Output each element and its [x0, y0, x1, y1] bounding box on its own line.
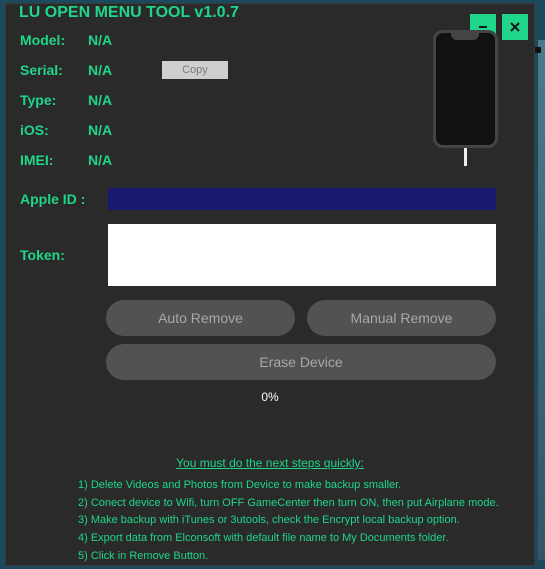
- manual-remove-button[interactable]: Manual Remove: [307, 300, 496, 336]
- token-label: Token:: [20, 247, 106, 263]
- background-edge: [538, 40, 545, 560]
- instructions-heading: You must do the next steps quickly:: [20, 454, 520, 473]
- model-row: Model: N/A: [20, 28, 410, 52]
- imei-value: N/A: [88, 152, 112, 168]
- model-value: N/A: [88, 32, 112, 48]
- appleid-row: Apple ID :: [20, 188, 520, 210]
- model-label: Model:: [20, 32, 88, 48]
- token-input[interactable]: [108, 224, 496, 286]
- serial-label: Serial:: [20, 62, 88, 78]
- auto-remove-button[interactable]: Auto Remove: [106, 300, 295, 336]
- background-corner: [535, 47, 541, 53]
- instruction-step-1: 1) Delete Videos and Photos from Device …: [78, 477, 520, 495]
- instruction-step-3: 3) Make backup with iTunes or 3utools, c…: [78, 512, 520, 530]
- close-icon: [509, 21, 521, 33]
- erase-device-button[interactable]: Erase Device: [106, 344, 496, 380]
- progress-text: 0%: [20, 390, 520, 404]
- imei-row: IMEI: N/A: [20, 148, 410, 172]
- remove-buttons-row: Auto Remove Manual Remove: [106, 300, 496, 336]
- type-value: N/A: [88, 92, 112, 108]
- ios-value: N/A: [88, 122, 112, 138]
- ios-row: iOS: N/A: [20, 118, 410, 142]
- phone-icon: [433, 30, 498, 160]
- close-button[interactable]: [502, 14, 528, 40]
- instructions-area: You must do the next steps quickly: 1) D…: [6, 440, 534, 565]
- type-label: Type:: [20, 92, 88, 108]
- appleid-label: Apple ID :: [20, 191, 106, 207]
- appleid-input[interactable]: [108, 188, 496, 210]
- form-area: Apple ID : Token: Auto Remove Manual Rem…: [6, 178, 534, 404]
- instruction-step-2: 2) Conect device to Wifi, turn OFF GameC…: [78, 495, 520, 513]
- device-info-fields: Model: N/A Serial: N/A Copy Type: N/A iO…: [20, 28, 410, 178]
- titlebar[interactable]: LU OPEN MENU TOOL v1.0.7: [6, 4, 534, 22]
- token-row: Token:: [20, 224, 520, 286]
- device-info-area: Model: N/A Serial: N/A Copy Type: N/A iO…: [6, 22, 534, 178]
- window-title: LU OPEN MENU TOOL v1.0.7: [19, 4, 239, 22]
- erase-row: Erase Device: [106, 344, 496, 380]
- main-window: LU OPEN MENU TOOL v1.0.7 Model: N/A Seri…: [5, 3, 535, 566]
- type-row: Type: N/A: [20, 88, 410, 112]
- copy-button[interactable]: Copy: [162, 61, 228, 79]
- device-image-area: [410, 28, 520, 178]
- serial-row: Serial: N/A Copy: [20, 58, 410, 82]
- instruction-step-5: 5) Click in Remove Button.: [78, 548, 520, 566]
- imei-label: IMEI:: [20, 152, 88, 168]
- instruction-step-4: 4) Export data from Elconsoft with defau…: [78, 530, 520, 548]
- serial-value: N/A: [88, 62, 112, 78]
- ios-label: iOS:: [20, 122, 88, 138]
